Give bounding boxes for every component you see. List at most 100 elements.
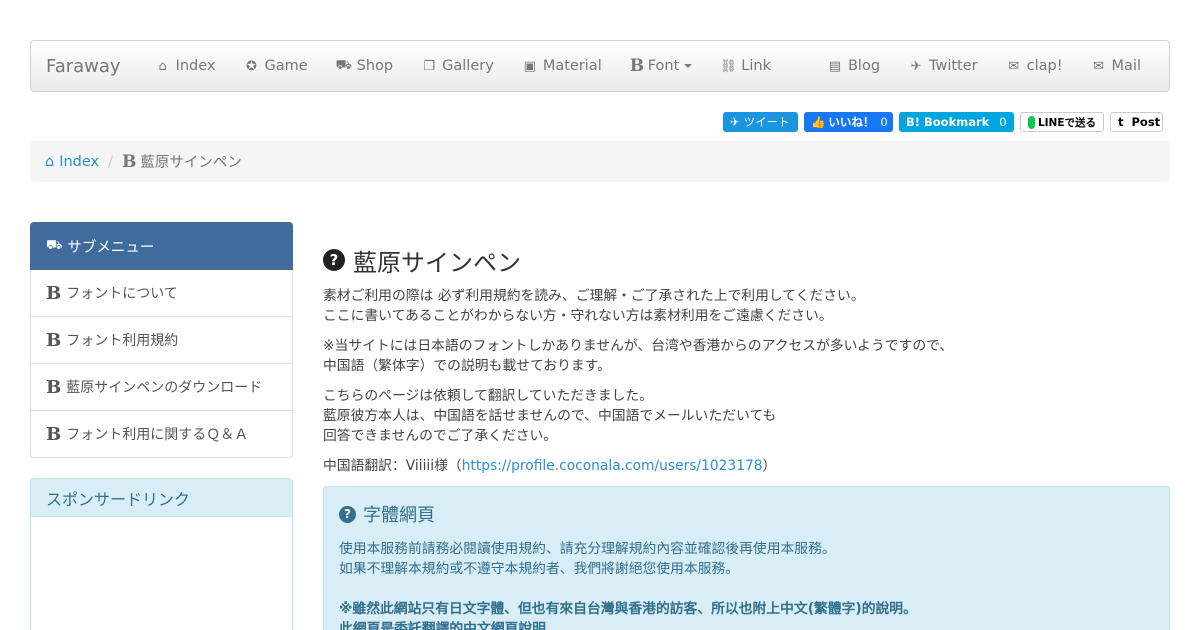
top-navbar: Faraway ⌂ Index ✪ Game ⛟ Shop ❐ Gallery … <box>30 40 1170 92</box>
bookmark-count: 0 <box>999 115 1007 129</box>
nav-twitter-label: Twitter <box>929 58 978 74</box>
bold-icon: B <box>629 56 645 76</box>
line-icon <box>1028 115 1035 129</box>
gamepad-icon: ✪ <box>246 58 257 74</box>
nav-font-label: Font <box>647 58 680 74</box>
intro-line: 素材ご利用の際は 必ず利用規約を読み、ご理解・ご了承された上で利用してください。 <box>323 288 865 304</box>
bold-icon: B <box>46 376 62 398</box>
sidebar-item-label: 藍原サインペンのダウンロード <box>66 380 263 396</box>
nav-right-group: ▤ Blog ✈ Twitter ✉ clap! ✉ Mail <box>813 41 1169 91</box>
tweet-button[interactable]: ✈ ツイート <box>723 112 798 132</box>
picture-icon: ▣ <box>523 58 536 74</box>
thumbs-up-icon: 👍 <box>811 115 826 129</box>
nav-index[interactable]: ⌂ Index <box>141 41 230 91</box>
breadcrumb-home-label: Index <box>59 153 100 170</box>
intro-paragraph: 素材ご利用の際は 必ず利用規約を読み、ご理解・ご了承された上で利用してください。… <box>323 286 1170 326</box>
envelope-icon: ✉ <box>1008 58 1020 74</box>
tweet-label: ツイート <box>743 115 790 129</box>
mail-icon: ✉ <box>1093 58 1104 74</box>
blog-icon: ▤ <box>828 58 842 74</box>
hatena-bookmark-button[interactable]: B! Bookmark 0 <box>899 112 1014 132</box>
bold-icon: B <box>122 151 137 172</box>
nav-blog-label: Blog <box>847 58 881 74</box>
gallery-icon: ❐ <box>423 58 435 74</box>
page-title: ? 藍原サインペン <box>323 240 1170 280</box>
translation-line: こちらのページは依頼して翻訳していただきました。 <box>323 388 654 404</box>
line-share-button[interactable]: LINEで送る <box>1020 112 1104 132</box>
nav-game-label: Game <box>264 58 308 74</box>
sidebar-item-faq[interactable]: B フォント利用に関するＱ＆Ａ <box>30 411 293 458</box>
like-count: 0 <box>880 115 888 129</box>
notice-paragraph: ※当サイトには日本語のフォントしかありませんが、台湾や香港からのアクセスが多いよ… <box>323 336 1170 376</box>
info-line: 使用本服務前請務必閱讀使用規約、請充分理解規約內容並確認後再使用本服務。 <box>339 541 836 557</box>
translation-paragraph: こちらのページは依頼して翻訳していただきました。 藍原彼方本人は、中国語を話せま… <box>323 386 1170 446</box>
nav-clap[interactable]: ✉ clap! <box>992 41 1077 91</box>
sidebar-item-download[interactable]: B 藍原サインペンのダウンロード <box>30 364 293 411</box>
notice-line: 中国語（繁体字）での説明も載せております。 <box>323 358 611 374</box>
sidebar: ⛟ サブメニュー B フォントについて B フォント利用規約 B 藍原サインペン… <box>30 222 293 458</box>
breadcrumb: ⌂ Index / B 藍原サインペン <box>30 141 1170 182</box>
twitter-bird-icon: ✈ <box>730 115 740 129</box>
tumblr-label: t Post <box>1118 115 1161 129</box>
nav-gallery[interactable]: ❐ Gallery <box>407 41 508 91</box>
translator-profile-link[interactable]: https://profile.coconala.com/users/10231… <box>462 458 763 474</box>
translator-credit: 中国語翻訳：Viiiii様（https://profile.coconala.c… <box>323 456 1170 476</box>
cart-icon: ⛟ <box>335 57 353 73</box>
link-icon: ⛓ <box>720 58 737 74</box>
nav-clap-label: clap! <box>1026 58 1063 74</box>
info-line-bold: ※雖然此網站只有日文字體、但也有來自台灣與香港的訪客、所以也附上中文(繁體字)的… <box>339 601 917 617</box>
question-circle-icon: ? <box>339 505 356 523</box>
submenu-heading-label: サブメニュー <box>67 239 155 256</box>
sidebar-item-label: フォント利用規約 <box>66 333 179 349</box>
nav-font-dropdown[interactable]: B Font <box>616 41 707 91</box>
breadcrumb-current-label: 藍原サインペン <box>140 155 242 171</box>
translation-line: 藍原彼方本人は、中国語を話せませんので、中国語でメールいただいても <box>323 408 777 424</box>
nav-twitter[interactable]: ✈ Twitter <box>894 41 992 91</box>
nav-shop-label: Shop <box>356 58 394 74</box>
cart-icon: ⛟ <box>46 237 63 253</box>
brand-link[interactable]: Faraway <box>31 56 141 77</box>
bold-icon: B <box>46 423 62 445</box>
nav-gallery-label: Gallery <box>442 58 494 74</box>
like-label: いいね！ <box>828 115 875 129</box>
breadcrumb-separator: / <box>108 153 114 170</box>
nav-blog[interactable]: ▤ Blog <box>813 41 894 91</box>
notice-line: ※当サイトには日本語のフォントしかありませんが、台湾や香港からのアクセスが多いよ… <box>323 338 954 354</box>
home-icon: ⌂ <box>45 153 55 170</box>
sidebar-item-terms[interactable]: B フォント利用規約 <box>30 317 293 364</box>
nav-material[interactable]: ▣ Material <box>508 41 616 91</box>
home-icon: ⌂ <box>158 58 167 74</box>
bold-icon: B <box>46 282 62 304</box>
breadcrumb-home-link[interactable]: ⌂ Index <box>45 154 99 170</box>
info-line: 如果不理解本規約或不遵守本規約者、我們將謝絕您使用本服務。 <box>339 561 740 577</box>
tumblr-post-button[interactable]: t Post <box>1110 112 1163 132</box>
info-panel-title: ? 字體網頁 <box>339 501 1154 527</box>
nav-game[interactable]: ✪ Game <box>230 41 322 91</box>
translation-line: 回答できませんのでご了承ください。 <box>323 428 558 444</box>
page-title-text: 藍原サインペン <box>353 248 521 277</box>
chinese-info-panel: ? 字體網頁 使用本服務前請務必閱讀使用規約、請充分理解規約內容並確認後再使用本… <box>323 486 1170 630</box>
sidebar-item-label: フォント利用に関するＱ＆Ａ <box>66 427 249 443</box>
nav-mail-label: Mail <box>1111 58 1141 74</box>
nav-index-label: Index <box>175 58 216 74</box>
intro-line: ここに書いてあることがわからない方・守れない方は素材利用をご遠慮ください。 <box>323 308 833 324</box>
main-content: ? 藍原サインペン 素材ご利用の際は 必ず利用規約を読み、ご理解・ご了承された上… <box>323 240 1170 630</box>
facebook-like-button[interactable]: 👍 いいね！ 0 <box>804 112 893 132</box>
bold-icon: B <box>46 329 62 351</box>
bookmark-label: B! Bookmark <box>906 115 990 129</box>
breadcrumb-current: B 藍原サインペン <box>122 151 242 172</box>
nav-link[interactable]: ⛓ Link <box>706 41 785 91</box>
sponsor-panel: スポンサードリンク <box>30 478 293 630</box>
sidebar-item-about-font[interactable]: B フォントについて <box>30 270 293 317</box>
sidebar-item-label: フォントについて <box>66 286 178 302</box>
share-buttons: ✈ ツイート 👍 いいね！ 0 B! Bookmark 0 LINEで送る t … <box>723 112 1163 132</box>
nav-shop[interactable]: ⛟ Shop <box>322 41 407 91</box>
info-panel-title-text: 字體網頁 <box>363 505 435 526</box>
info-line-bold: 此網頁是委託翻譯的中文網頁說明 <box>339 621 546 630</box>
twitter-icon: ✈ <box>910 58 922 74</box>
nav-material-label: Material <box>542 58 602 74</box>
caret-down-icon <box>684 64 693 68</box>
sponsor-heading: スポンサードリンク <box>31 479 292 517</box>
nav-mail[interactable]: ✉ Mail <box>1077 41 1155 91</box>
nav-link-label: Link <box>741 58 771 74</box>
